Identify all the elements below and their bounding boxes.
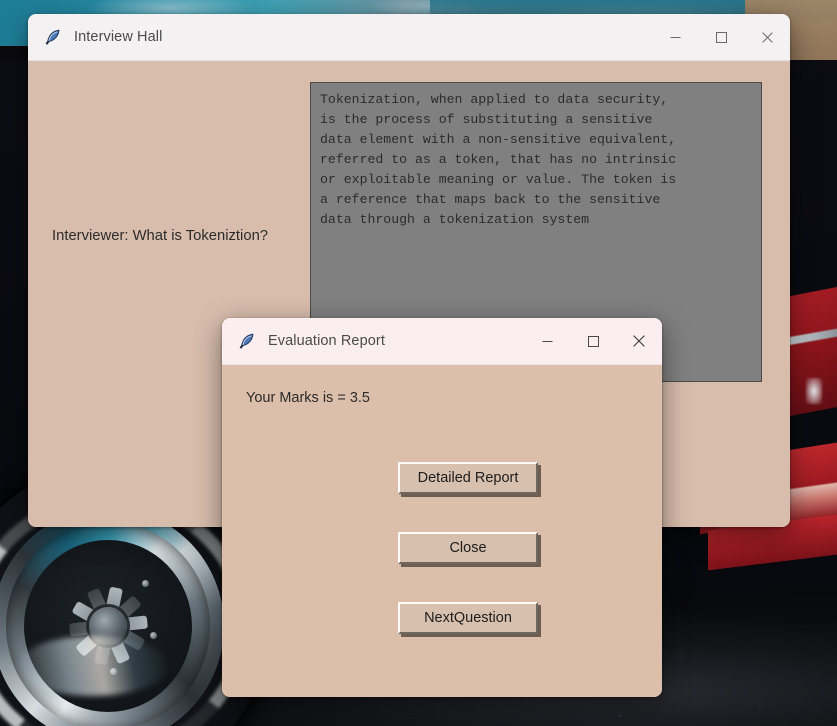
- maximize-icon: [587, 335, 599, 347]
- maximize-icon: [715, 31, 727, 43]
- feather-icon: [44, 28, 62, 46]
- minimize-button[interactable]: [652, 14, 698, 61]
- marks-label: Your Marks is = 3.5: [246, 390, 370, 406]
- next-question-button[interactable]: NextQuestion: [398, 602, 538, 634]
- dialog-title: Evaluation Report: [268, 333, 385, 349]
- wallpaper-chrome-highlight: [806, 378, 822, 404]
- close-button[interactable]: [744, 14, 790, 61]
- minimize-icon: [542, 340, 552, 342]
- main-window-title: Interview Hall: [74, 29, 163, 45]
- close-icon: [633, 335, 645, 347]
- evaluation-report-dialog[interactable]: Evaluation Report Your Marks is = 3.5 De…: [222, 318, 662, 697]
- dialog-close-button[interactable]: [616, 318, 662, 365]
- desktop-background: Interview Hall Interviewer: What is Toke…: [0, 0, 837, 726]
- main-window-titlebar[interactable]: Interview Hall: [28, 14, 790, 61]
- answer-text: Tokenization, when applied to data secur…: [320, 92, 677, 227]
- dialog-minimize-button[interactable]: [524, 318, 570, 365]
- maximize-button[interactable]: [698, 14, 744, 61]
- wallpaper-rim-shine: [18, 636, 168, 696]
- main-window-controls: [652, 14, 790, 61]
- close-icon: [761, 31, 773, 43]
- dialog-controls: [524, 318, 662, 365]
- feather-icon: [238, 332, 256, 350]
- detailed-report-button[interactable]: Detailed Report: [398, 462, 538, 494]
- minimize-icon: [670, 36, 680, 38]
- interviewer-question-label: Interviewer: What is Tokeniztion?: [52, 228, 269, 244]
- wallpaper-rim-lug: [142, 580, 149, 587]
- close-dialog-button[interactable]: Close: [398, 532, 538, 564]
- evaluation-report-body: Your Marks is = 3.5 Detailed Report Clos…: [222, 365, 662, 697]
- dialog-maximize-button[interactable]: [570, 318, 616, 365]
- dialog-titlebar[interactable]: Evaluation Report: [222, 318, 662, 365]
- wallpaper-rim-lug: [150, 632, 157, 639]
